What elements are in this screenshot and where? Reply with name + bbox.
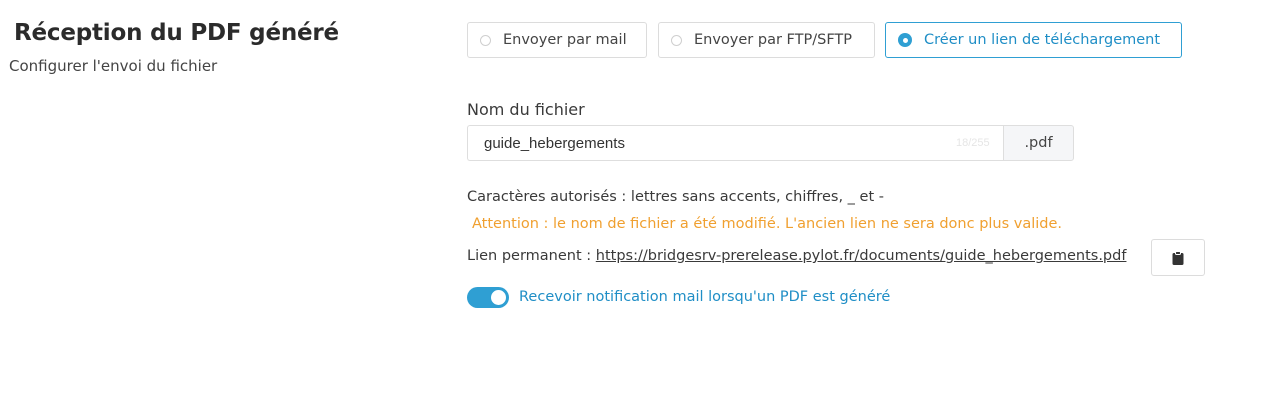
radio-send-by-mail[interactable]: Envoyer par mail	[467, 22, 647, 58]
section-title: Réception du PDF généré	[14, 20, 339, 46]
radio-send-by-ftp[interactable]: Envoyer par FTP/SFTP	[658, 22, 875, 58]
radio-unchecked-icon	[480, 34, 491, 46]
permalink-label: Lien permanent :	[467, 248, 596, 264]
notification-toggle[interactable]	[467, 287, 509, 308]
toggle-knob	[491, 290, 506, 305]
radio-checked-icon	[898, 33, 912, 47]
filename-label: Nom du fichier	[467, 100, 585, 119]
radio-label: Envoyer par mail	[503, 32, 627, 48]
radio-download-link[interactable]: Créer un lien de téléchargement	[885, 22, 1182, 58]
notification-toggle-label: Recevoir notification mail lorsqu'un PDF…	[519, 289, 891, 305]
clipboard-icon	[1172, 250, 1184, 265]
radio-label: Envoyer par FTP/SFTP	[694, 32, 852, 48]
filename-input[interactable]	[467, 125, 1004, 161]
file-extension-addon: .pdf	[1003, 125, 1074, 161]
section-subtitle: Configurer l'envoi du fichier	[9, 57, 218, 75]
copy-link-button[interactable]	[1151, 239, 1205, 276]
radio-unchecked-icon	[671, 34, 682, 46]
character-counter: 18/255	[956, 137, 990, 149]
pdf-delivery-settings: Réception du PDF généré Configurer l'env…	[0, 0, 1280, 402]
filename-changed-warning: Attention : le nom de fichier a été modi…	[472, 216, 1063, 232]
permalink-row: Lien permanent : https://bridgesrv-prere…	[467, 248, 1126, 264]
allowed-characters-hint: Caractères autorisés : lettres sans acce…	[467, 189, 884, 205]
permalink-link[interactable]: https://bridgesrv-prerelease.pylot.fr/do…	[596, 248, 1127, 264]
radio-label: Créer un lien de téléchargement	[924, 32, 1161, 48]
